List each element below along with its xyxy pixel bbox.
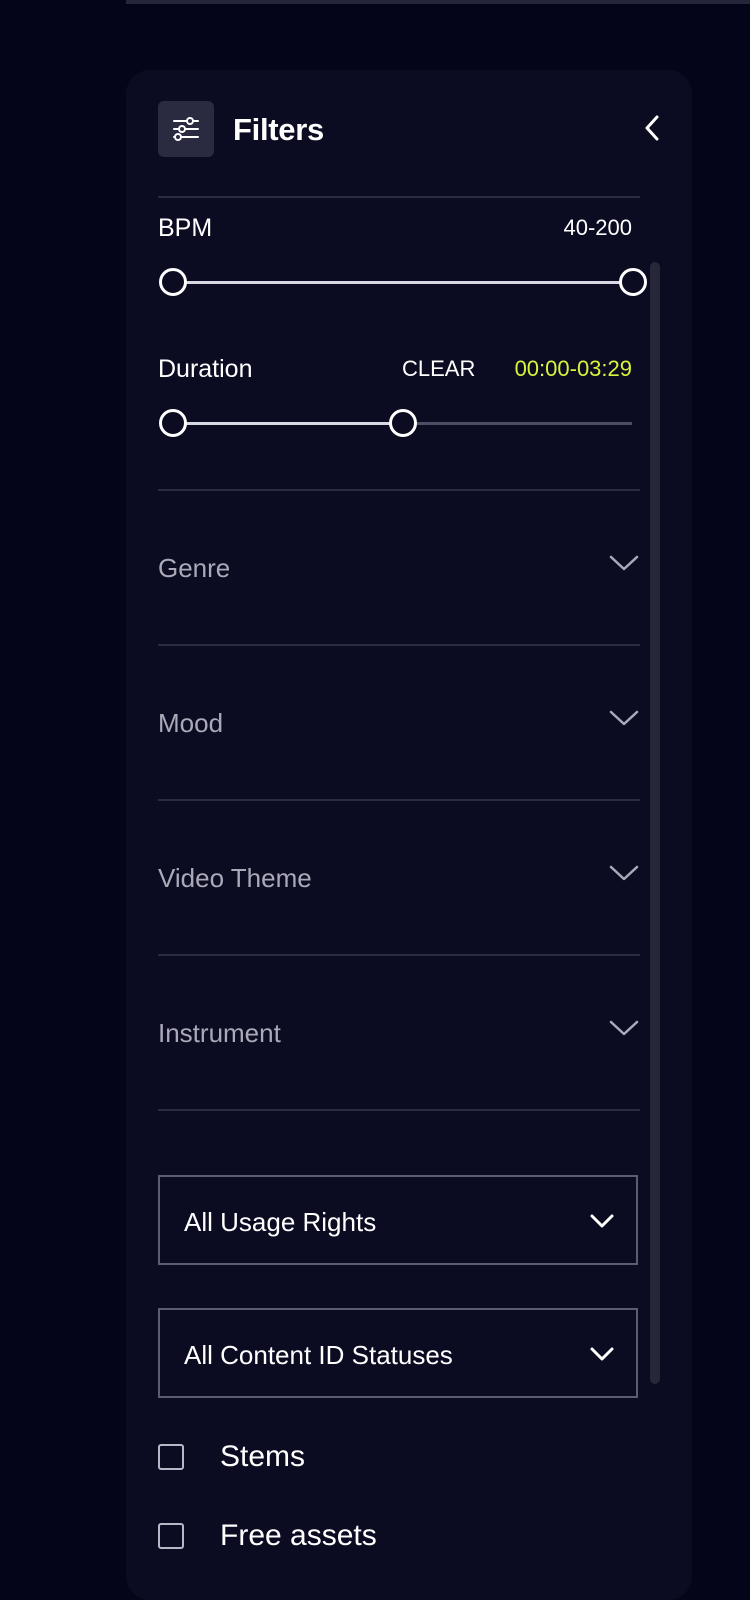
bpm-slider[interactable]	[159, 268, 647, 296]
free-assets-label: Free assets	[220, 1519, 377, 1552]
free-assets-option[interactable]: Free assets	[158, 1519, 458, 1559]
collapse-button[interactable]	[636, 110, 668, 146]
accordion-instrument-label: Instrument	[158, 1018, 281, 1048]
stems-label: Stems	[220, 1440, 306, 1473]
content-id-select-label: All Content ID Statuses	[184, 1340, 453, 1370]
header-divider	[158, 196, 640, 198]
duration-clear-button[interactable]: CLEAR	[402, 356, 475, 382]
duration-slider-fill	[172, 422, 402, 425]
accordion-video-theme-label: Video Theme	[158, 863, 312, 893]
chevron-down-icon	[609, 555, 639, 571]
duration-max-handle[interactable]	[389, 409, 417, 437]
top-bar	[126, 0, 750, 4]
duration-min-handle[interactable]	[159, 409, 187, 437]
bpm-max-handle[interactable]	[619, 268, 647, 296]
free-assets-checkbox[interactable]	[158, 1523, 184, 1549]
panel-title: Filters	[233, 112, 324, 147]
accordion-mood-label: Mood	[158, 708, 224, 738]
sliders-icon	[158, 101, 214, 157]
duration-label: Duration	[158, 355, 253, 383]
bpm-min-handle[interactable]	[159, 268, 187, 296]
duration-value: 00:00-03:29	[514, 356, 632, 381]
chevron-down-icon	[590, 1347, 614, 1361]
bpm-label: BPM	[158, 214, 213, 242]
scrollbar[interactable]	[650, 262, 660, 1384]
chevron-down-icon	[609, 710, 639, 726]
chevron-down-icon	[609, 1020, 639, 1036]
stems-checkbox[interactable]	[158, 1444, 184, 1470]
accordion-genre[interactable]: Genre	[158, 491, 640, 645]
bpm-slider-fill	[172, 281, 632, 284]
usage-rights-select[interactable]: All Usage Rights	[158, 1175, 638, 1265]
filters-panel: Filters BPM 40-200 Duration CLEAR 00:00-…	[126, 70, 692, 1600]
usage-rights-select-label: All Usage Rights	[184, 1207, 377, 1237]
accordion-video-theme[interactable]: Video Theme	[158, 801, 640, 955]
accordion-genre-label: Genre	[158, 553, 231, 583]
chevron-down-icon	[609, 865, 639, 881]
bpm-value: 40-200	[563, 215, 632, 240]
content-id-select[interactable]: All Content ID Statuses	[158, 1308, 638, 1398]
chevron-down-icon	[590, 1214, 614, 1228]
accordion-instrument[interactable]: Instrument	[158, 956, 640, 1110]
accordion-divider	[158, 1109, 640, 1111]
duration-slider[interactable]	[159, 409, 632, 437]
chevron-left-icon	[645, 115, 659, 141]
stems-option[interactable]: Stems	[158, 1440, 458, 1480]
accordion-mood[interactable]: Mood	[158, 646, 640, 800]
